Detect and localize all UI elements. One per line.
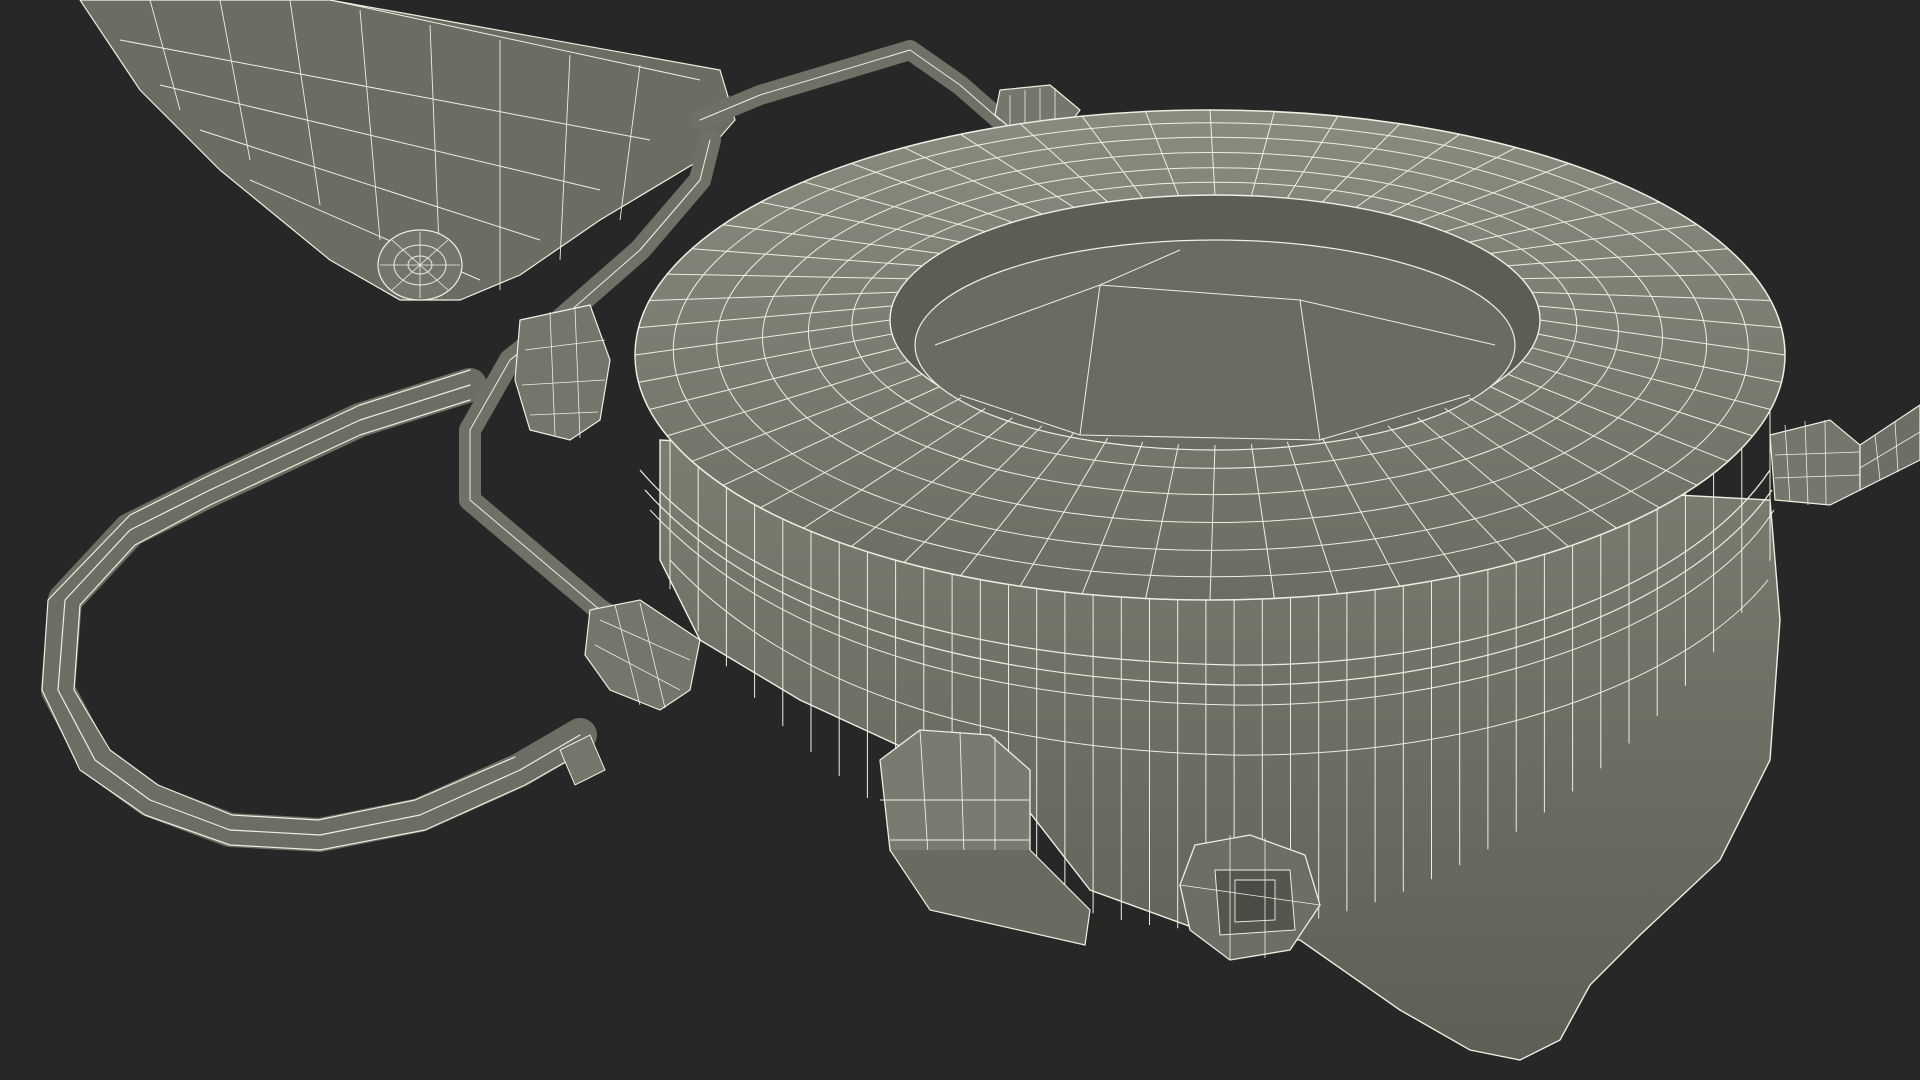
side-plug [1769, 404, 1920, 506]
wireframe-render [41, 0, 1920, 1061]
render-viewport [0, 0, 1920, 1080]
cable-loop [41, 368, 597, 852]
